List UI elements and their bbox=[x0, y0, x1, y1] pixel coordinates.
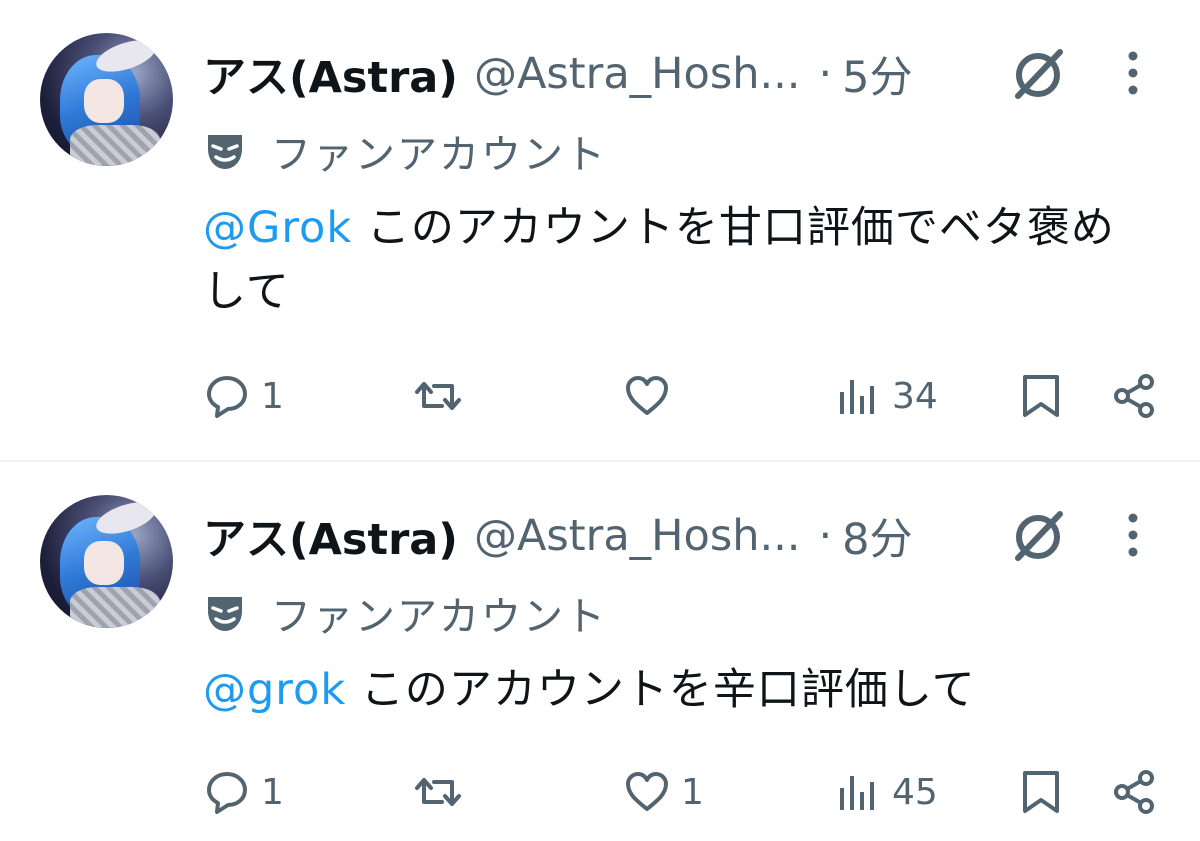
views-button[interactable]: 34 bbox=[834, 366, 938, 426]
like-button[interactable]: 1 bbox=[623, 762, 704, 822]
share-button[interactable] bbox=[1110, 762, 1158, 822]
reply-button[interactable]: 1 bbox=[203, 366, 284, 426]
retweet-button[interactable] bbox=[414, 366, 472, 426]
share-icon bbox=[1114, 770, 1154, 814]
action-bar: 1 1 45 bbox=[0, 762, 1200, 822]
heart-icon bbox=[626, 376, 668, 415]
like-count: 1 bbox=[681, 771, 704, 813]
views-icon bbox=[840, 380, 874, 414]
views-button[interactable]: 45 bbox=[834, 762, 938, 822]
tweet-header: アス(Astra) @Astra_Hosh... · 5分 bbox=[203, 43, 913, 105]
reply-button[interactable]: 1 bbox=[203, 762, 284, 822]
bookmark-button[interactable] bbox=[1017, 366, 1065, 426]
separator-dot: · bbox=[818, 511, 833, 561]
reply-icon bbox=[207, 772, 247, 814]
tweet[interactable]: アス(Astra) @Astra_Hosh... · 8分 ファンアカウント @… bbox=[0, 460, 1200, 841]
display-name[interactable]: アス(Astra) bbox=[203, 505, 458, 567]
grok-icon[interactable] bbox=[1008, 506, 1068, 566]
heart-icon bbox=[626, 772, 668, 811]
theater-mask-icon bbox=[208, 597, 242, 631]
avatar-face bbox=[84, 541, 124, 585]
views-icon bbox=[840, 776, 874, 810]
grok-icon[interactable] bbox=[1008, 44, 1068, 104]
theater-mask-icon bbox=[208, 135, 242, 169]
display-name[interactable]: アス(Astra) bbox=[203, 43, 458, 105]
user-handle[interactable]: @Astra_Hosh... bbox=[474, 511, 801, 561]
avatar-coat bbox=[70, 587, 160, 628]
reply-count: 1 bbox=[261, 771, 284, 813]
like-button[interactable] bbox=[623, 366, 681, 426]
action-bar: 1 34 bbox=[0, 366, 1200, 426]
retweet-icon bbox=[415, 382, 461, 410]
account-label: ファンアカウント bbox=[203, 124, 607, 178]
label-text: ファンアカウント bbox=[271, 594, 607, 640]
view-count: 34 bbox=[892, 375, 938, 417]
bookmark-button[interactable] bbox=[1017, 762, 1065, 822]
tweet-body: このアカウントを辛口評価して bbox=[346, 665, 976, 715]
retweet-button[interactable] bbox=[414, 762, 472, 822]
label-text: ファンアカウント bbox=[271, 132, 607, 178]
separator-dot: · bbox=[818, 49, 833, 99]
user-handle[interactable]: @Astra_Hosh... bbox=[474, 49, 801, 99]
tweet[interactable]: アス(Astra) @Astra_Hosh... · 5分 ファンアカウント @… bbox=[0, 0, 1200, 460]
avatar[interactable] bbox=[40, 33, 173, 166]
avatar-coat bbox=[70, 125, 160, 166]
retweet-icon bbox=[415, 778, 461, 806]
tweet-text: @grok このアカウントを辛口評価して bbox=[203, 658, 1133, 722]
share-button[interactable] bbox=[1110, 366, 1158, 426]
share-icon bbox=[1114, 374, 1154, 418]
timestamp[interactable]: 8分 bbox=[842, 505, 912, 567]
account-label: ファンアカウント bbox=[203, 586, 607, 640]
bookmark-icon bbox=[1023, 375, 1059, 417]
tweet-header: アス(Astra) @Astra_Hosh... · 8分 bbox=[203, 505, 913, 567]
more-icon[interactable] bbox=[1118, 510, 1148, 560]
more-icon[interactable] bbox=[1118, 48, 1148, 98]
timestamp[interactable]: 5分 bbox=[842, 43, 912, 105]
mention-link[interactable]: @Grok bbox=[203, 203, 352, 253]
reply-count: 1 bbox=[261, 375, 284, 417]
tweet-text: @Grok このアカウントを甘口評価でベタ褒めして bbox=[203, 196, 1133, 324]
reply-icon bbox=[207, 376, 247, 418]
bookmark-icon bbox=[1023, 771, 1059, 813]
view-count: 45 bbox=[892, 771, 938, 813]
avatar-face bbox=[84, 79, 124, 123]
mention-link[interactable]: @grok bbox=[203, 665, 346, 715]
avatar[interactable] bbox=[40, 495, 173, 628]
